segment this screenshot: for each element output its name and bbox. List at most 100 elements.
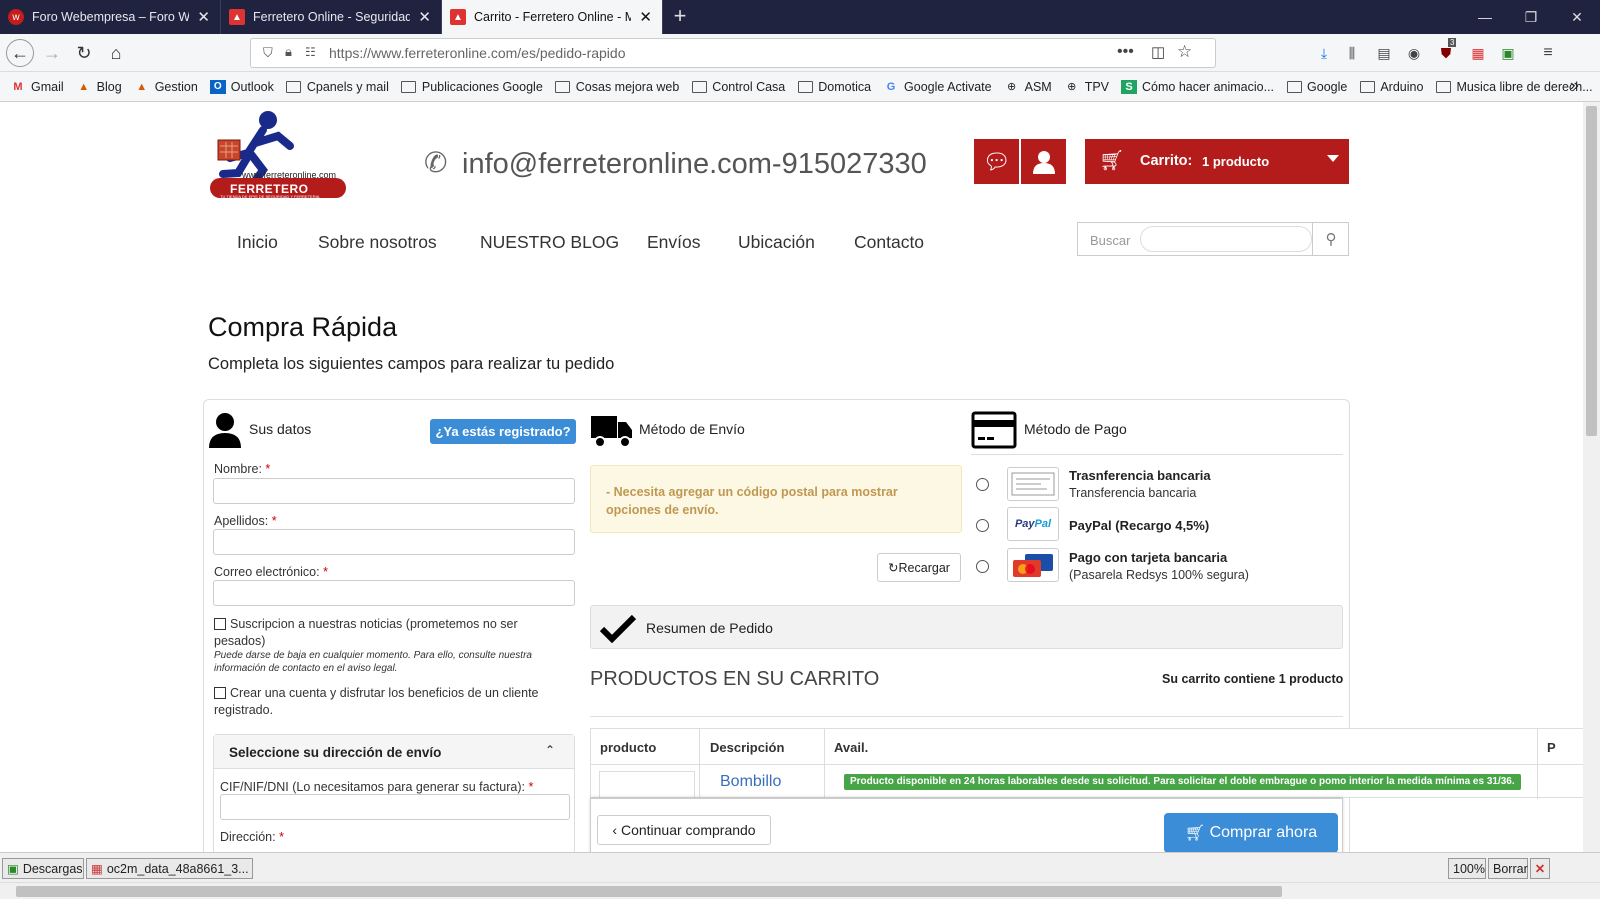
new-tab-icon[interactable]: + [668, 4, 692, 28]
gmail-icon: M [13, 80, 23, 93]
product-thumbnail[interactable] [599, 771, 695, 801]
account-icon[interactable]: ◉ [1404, 43, 1424, 63]
ublock-icon[interactable]: ⛊ 3 [1436, 38, 1457, 63]
col-price: P [1547, 740, 1556, 755]
bookmark-outlook[interactable]: O Outlook [209, 79, 274, 94]
bookmarks-overflow-icon[interactable]: » [1570, 77, 1579, 95]
email-label: Correo electrónico: * [214, 565, 328, 579]
menu-envios[interactable]: Envíos [647, 232, 701, 253]
address-header[interactable]: Seleccione su dirección de envío ⌃ [214, 735, 574, 769]
home-icon[interactable]: ⌂ [102, 39, 130, 67]
search-input[interactable]: Buscar [1090, 233, 1130, 248]
horizontal-scrollbar[interactable] [0, 882, 1600, 899]
cart-button[interactable]: 🛒︎ Carrito: 1 producto [1085, 139, 1349, 184]
minimize-icon[interactable]: — [1462, 0, 1508, 34]
horizontal-scrollbar-thumb[interactable] [16, 886, 1282, 897]
lock-icon[interactable]: 🔒︎ [285, 44, 292, 60]
menu-contacto[interactable]: Contacto [854, 232, 924, 253]
downloads-button[interactable]: ▣ Descargas [2, 858, 84, 879]
bookmark-star-icon[interactable]: ☆ [1177, 42, 1192, 62]
user-button[interactable] [1021, 139, 1066, 184]
shield-icon[interactable]: ⛉ [263, 45, 273, 61]
clear-button[interactable]: Borrar [1488, 858, 1528, 879]
sidebar-icon[interactable]: ▤ [1374, 43, 1394, 63]
bookmark-animacion[interactable]: S Cómo hacer animacio... [1121, 79, 1274, 94]
folder-icon [1286, 80, 1302, 94]
bookmark-tpv[interactable]: ⊕ TPV [1064, 80, 1109, 94]
direccion-label: Dirección: * [220, 830, 284, 844]
order-summary-header: Resumen de Pedido [590, 605, 1343, 649]
close-icon[interactable]: ✕ [418, 8, 431, 26]
pocket-icon[interactable]: ◫ [1151, 43, 1165, 61]
chevron-left-icon: ‹ [612, 822, 621, 838]
back-icon[interactable]: ← [6, 39, 34, 67]
chat-button[interactable]: 💬︎ [974, 139, 1019, 184]
continue-shopping-button[interactable]: ‹ Continuar comprando [597, 815, 771, 845]
window-close-icon[interactable]: ✕ [1554, 0, 1600, 34]
search-field[interactable] [1140, 226, 1312, 252]
page-actions-icon[interactable]: ••• [1117, 43, 1134, 61]
chevron-up-icon: ⌃ [545, 743, 556, 757]
nombre-input[interactable] [213, 478, 575, 504]
bookmark-domotica[interactable]: Domotica [797, 80, 871, 94]
forward-icon[interactable]: → [38, 39, 66, 67]
close-downloads-icon[interactable]: ✕ [1530, 858, 1550, 879]
folder-icon [691, 80, 707, 94]
tab-carrito[interactable]: ▲ Carrito - Ferretero Online - Mej ✕ [442, 0, 663, 34]
reload-icon[interactable]: ↻ [70, 39, 98, 67]
vertical-scrollbar[interactable] [1583, 102, 1600, 852]
tab-foro-webempresa[interactable]: w Foro Webempresa – Foro Word ✕ [0, 0, 221, 34]
payment-card-radio[interactable] [976, 560, 989, 573]
site-logo[interactable]: www.ferreteronline.com FERRETERO ONLINE … [208, 108, 348, 210]
payment-paypal-radio[interactable] [976, 519, 989, 532]
bookmark-cosas-mejora[interactable]: Cosas mejora web [555, 80, 679, 94]
bookmark-blog[interactable]: ▲ Blog [76, 80, 121, 94]
extension-grid-icon[interactable]: ▦ [1468, 43, 1488, 63]
menu-icon[interactable]: ≡ [1538, 43, 1558, 63]
bookmark-google[interactable]: Google [1286, 80, 1347, 94]
zoom-level[interactable]: 100% [1448, 858, 1486, 879]
bookmark-control-casa[interactable]: Control Casa [691, 80, 785, 94]
bookmark-google-activate[interactable]: G Google Activate [883, 80, 992, 94]
email-input[interactable] [213, 580, 575, 606]
shipping-warning: - Necesita agregar un código postal para… [590, 465, 962, 533]
bookmark-arduino[interactable]: Arduino [1359, 80, 1423, 94]
cart-count-text: Su carrito contiene 1 producto [1162, 672, 1344, 686]
shipping-heading: Método de Envío [639, 421, 745, 437]
page-title: Compra Rápida [208, 312, 398, 342]
payment-heading: Método de Pago [1024, 421, 1127, 437]
product-name-link[interactable]: Bombillo [720, 773, 781, 791]
library-icon[interactable]: ⫼ [1342, 43, 1362, 63]
reload-button[interactable]: ↻ Recargar [877, 553, 961, 582]
bookmark-gmail[interactable]: M Gmail [10, 80, 63, 94]
bookmark-cpanels[interactable]: Cpanels y mail [286, 80, 389, 94]
ferretero-icon: ▲ [450, 9, 466, 25]
checkmark-icon [599, 614, 637, 643]
bookmark-publicaciones[interactable]: Publicaciones Google [401, 80, 543, 94]
bookmark-gestion[interactable]: ▲ Gestion [134, 80, 198, 94]
buy-now-button[interactable]: 🛒︎ Comprar ahora [1164, 813, 1338, 852]
close-icon[interactable]: ✕ [197, 8, 210, 26]
payment-transfer-radio[interactable] [976, 478, 989, 491]
already-registered-button[interactable]: ¿Ya estás registrado? [430, 419, 576, 444]
menu-blog[interactable]: NUESTRO BLOG [480, 232, 619, 253]
globe-icon: ⊕ [1007, 81, 1017, 93]
tab-ferretero-seguridad[interactable]: ▲ Ferretero Online - Seguridad pa ✕ [221, 0, 442, 34]
menu-ubicacion[interactable]: Ubicación [738, 232, 815, 253]
bookmark-asm[interactable]: ⊕ ASM [1004, 80, 1052, 94]
close-icon[interactable]: ✕ [639, 8, 652, 26]
cif-input[interactable] [220, 794, 570, 820]
restore-icon[interactable]: ❐ [1508, 0, 1554, 34]
permissions-icon[interactable]: ☷ [305, 45, 316, 59]
search-button[interactable]: ⚲ [1312, 223, 1349, 255]
download-icon[interactable]: ⤓ [1314, 43, 1334, 63]
extension-note-icon[interactable]: ▣ [1498, 43, 1518, 63]
s-icon: S [1121, 79, 1138, 94]
url-bar[interactable]: ⛉ 🔒︎ ☷ https://www.ferreteronline.com/es… [250, 38, 1216, 68]
folder-icon [286, 80, 302, 94]
scrollbar-thumb[interactable] [1586, 106, 1597, 436]
apellidos-input[interactable] [213, 529, 575, 555]
menu-inicio[interactable]: Inicio [237, 232, 278, 253]
menu-sobre-nosotros[interactable]: Sobre nosotros [318, 232, 437, 253]
download-item[interactable]: ▦ oc2m_data_48a8661_3... [86, 858, 253, 879]
